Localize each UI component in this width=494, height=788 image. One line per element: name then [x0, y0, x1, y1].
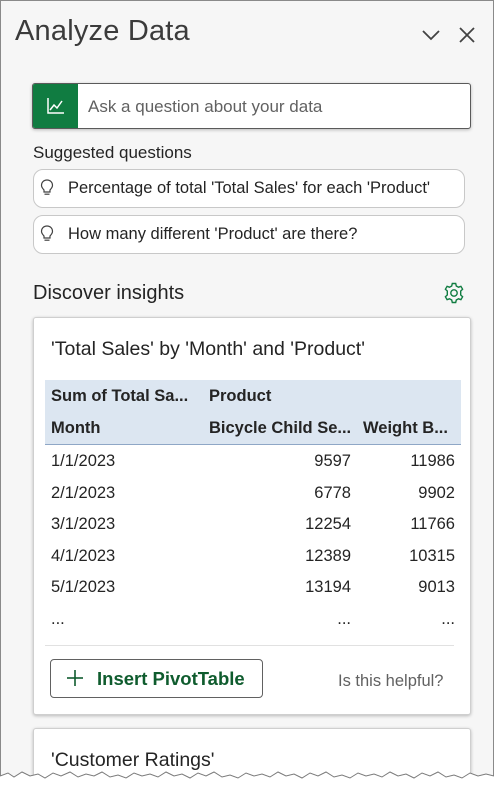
bicycle-child-seat-cell: 13194 [305, 578, 351, 596]
chevron-down-icon[interactable] [417, 21, 445, 49]
month-cell: ... [51, 609, 65, 628]
pane-header: Analyze Data [15, 15, 481, 55]
lightbulb-icon [40, 225, 54, 243]
table-row: 4/1/2023 12389 10315 [45, 540, 461, 572]
table-row: 2/1/2023 6778 9902 [45, 477, 461, 509]
bicycle-child-seat-cell: 9597 [314, 452, 351, 470]
month-cell: 3/1/2023 [51, 515, 116, 533]
header-month: Month [51, 419, 101, 437]
close-icon[interactable] [453, 21, 481, 49]
month-cell: 2/1/2023 [51, 483, 116, 502]
discover-insights-label: Discover insights [33, 282, 185, 304]
suggested-questions-label: Suggested questions [33, 143, 192, 162]
analyze-data-pane: Analyze Data Ask a question about your d… [0, 0, 494, 788]
month-cell: 4/1/2023 [51, 546, 116, 565]
table-row: 3/1/2023 12254 11766 [45, 508, 461, 540]
suggested-question-2[interactable]: How many different 'Product' are there? [33, 215, 465, 254]
bicycle-child-seat-cell: 6778 [314, 483, 351, 502]
weight-cell: 11986 [410, 452, 455, 470]
pivot-table: Sum of Total Sa... Product Month Bicycle… [45, 380, 461, 634]
header-product: Product [209, 387, 272, 405]
bicycle-child-seat-cell: ... [337, 609, 351, 628]
month-cell: 1/1/2023 [51, 452, 116, 470]
insight-card: 'Total Sales' by 'Month' and 'Product' S… [33, 317, 471, 715]
weight-cell: 10315 [409, 546, 455, 565]
weight-cell: 9013 [418, 578, 455, 596]
insert-pivottable-label: Insert PivotTable [97, 668, 245, 689]
chart-line-icon [33, 84, 78, 128]
plus-icon [65, 668, 85, 688]
lightbulb-icon [40, 179, 54, 197]
header-sum-total-sales: Sum of Total Sa... [51, 387, 189, 405]
card-divider [45, 645, 454, 646]
weight-cell: 9902 [418, 483, 455, 502]
gear-icon[interactable] [442, 281, 466, 305]
pivot-body: 1/1/2023 9597 11986 2/1/2023 6778 9902 3/1/202… [45, 445, 461, 634]
weight-cell: 11766 [410, 515, 455, 533]
insight-title: 'Total Sales' by 'Month' and 'Product' [51, 338, 365, 360]
is-this-helpful-link[interactable]: Is this helpful? [338, 672, 443, 691]
pivot-header: Sum of Total Sa... Product Month Bicycle… [45, 380, 461, 445]
ask-placeholder: Ask a question about your data [88, 97, 323, 116]
table-row: 1/1/2023 9597 11986 [45, 445, 461, 477]
torn-edge [0, 771, 494, 788]
insert-pivottable-button[interactable]: Insert PivotTable [50, 659, 263, 698]
bicycle-child-seat-cell: 12389 [305, 546, 351, 565]
table-row: 5/1/2023 13194 9013 [45, 571, 461, 603]
bicycle-child-seat-cell: 12254 [305, 515, 351, 533]
weight-cell: ... [441, 609, 455, 628]
header-bicycle-child-seat: Bicycle Child Se... [209, 419, 352, 437]
suggested-question-1[interactable]: Percentage of total 'Total Sales' for ea… [33, 169, 465, 208]
pane-title: Analyze Data [15, 15, 190, 47]
month-cell: 5/1/2023 [51, 578, 116, 596]
suggested-question-text: Percentage of total 'Total Sales' for ea… [68, 179, 431, 197]
table-row: ......... [45, 603, 461, 635]
ask-question-input[interactable]: Ask a question about your data [32, 83, 471, 129]
suggested-question-text: How many different 'Product' are there? [68, 225, 358, 243]
header-weight: Weight B... [363, 419, 448, 437]
